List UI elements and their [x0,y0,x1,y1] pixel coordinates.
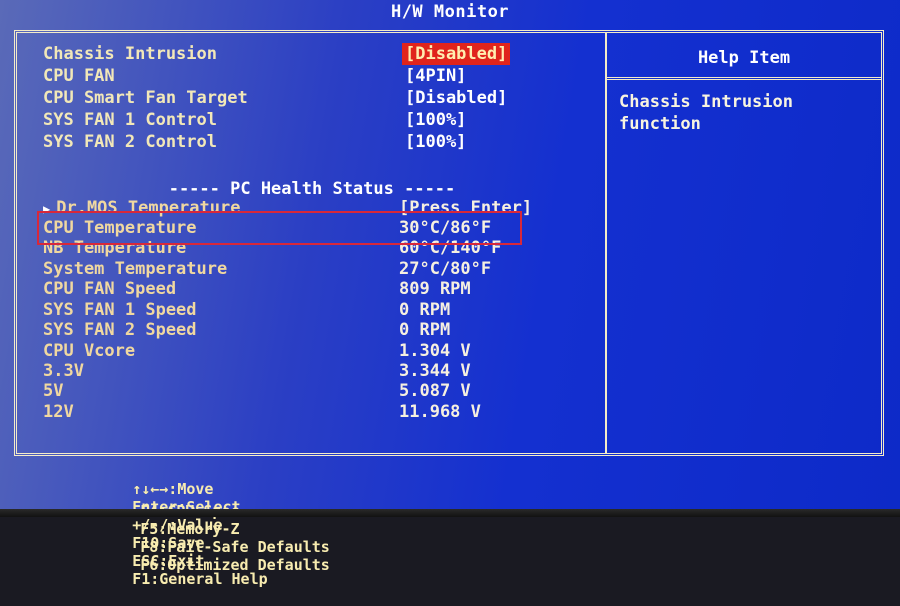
status-3-3v: 3.3V 3.344 V [43,360,583,382]
setting-cpu-smart-fan-target[interactable]: CPU Smart Fan Target [Disabled] [43,87,583,109]
status-cpu-fan-speed: CPU FAN Speed 809 RPM [43,278,583,300]
monitor-bezel [0,509,900,517]
panel-divider [605,33,607,453]
page-title: H/W Monitor [390,2,510,22]
status-sys-fan-1-speed: SYS FAN 1 Speed 0 RPM [43,299,583,321]
setting-label: CPU FAN [43,66,115,86]
status-5v: 5V 5.087 V [43,380,583,402]
status-value: 5.087 V [399,381,471,401]
status-label: 5V [43,381,64,401]
setting-value[interactable]: [100%] [405,109,466,131]
main-frame: Chassis Intrusion [Disabled] CPU FAN [4P… [14,30,884,456]
setting-label: Chassis Intrusion [43,44,217,64]
setting-sys-fan-1-control[interactable]: SYS FAN 1 Control [100%] [43,109,583,131]
setting-label: CPU Smart Fan Target [43,88,248,108]
setting-chassis-intrusion[interactable]: Chassis Intrusion [Disabled] [43,43,583,65]
setting-label: SYS FAN 2 Control [43,132,217,152]
status-value: 27°C/80°F [399,259,492,279]
status-label: System Temperature [43,259,228,279]
setting-value[interactable]: [Disabled] [405,87,507,109]
setting-sys-fan-2-control[interactable]: SYS FAN 2 Control [100%] [43,131,583,153]
status-value: 1.304 V [399,341,471,361]
status-12v: 12V 11.968 V [43,401,583,423]
status-system-temperature: System Temperature 27°C/80°F [43,258,583,280]
help-item-header: Help Item [607,33,881,80]
setting-label: SYS FAN 1 Control [43,110,217,130]
help-item-text: Chassis Intrusion function [619,92,793,134]
key-optimized-defaults: F6:Optimized Defaults [140,556,330,574]
status-label: SYS FAN 2 Speed [43,320,197,340]
status-label: 3.3V [43,361,84,381]
section-title-pc-health: ----- PC Health Status ----- [168,179,456,199]
status-value: 11.968 V [399,402,481,422]
status-value: 0 RPM [399,320,451,340]
key-memory-z: F5:Memory-Z [140,520,240,538]
status-label: 12V [43,402,74,422]
setting-value[interactable]: [100%] [405,131,466,153]
key-fail-safe-defaults: F8:Fail-Safe Defaults [140,538,330,556]
status-value: 809 RPM [399,279,471,299]
status-label: SYS FAN 1 Speed [43,300,197,320]
setting-cpu-fan[interactable]: CPU FAN [4PIN] [43,65,583,87]
cpu-temperature-highlight-box [37,211,522,245]
status-label: CPU Vcore [43,341,136,361]
bios-screen: H/W Monitor Chassis Intrusion [Disabled]… [0,0,900,588]
setting-value[interactable]: [4PIN] [405,65,466,87]
status-value: 0 RPM [399,300,451,320]
status-cpu-vcore: CPU Vcore 1.304 V [43,340,583,362]
setting-value-selected[interactable]: [Disabled] [402,43,511,65]
status-value: 3.344 V [399,361,471,381]
status-sys-fan-2-speed: SYS FAN 2 Speed 0 RPM [43,319,583,341]
status-label: CPU FAN Speed [43,279,177,299]
key-legend-line-2: F4:CPU Spec F5:Memory-Z F8:Fail-Safe Def… [86,484,364,592]
